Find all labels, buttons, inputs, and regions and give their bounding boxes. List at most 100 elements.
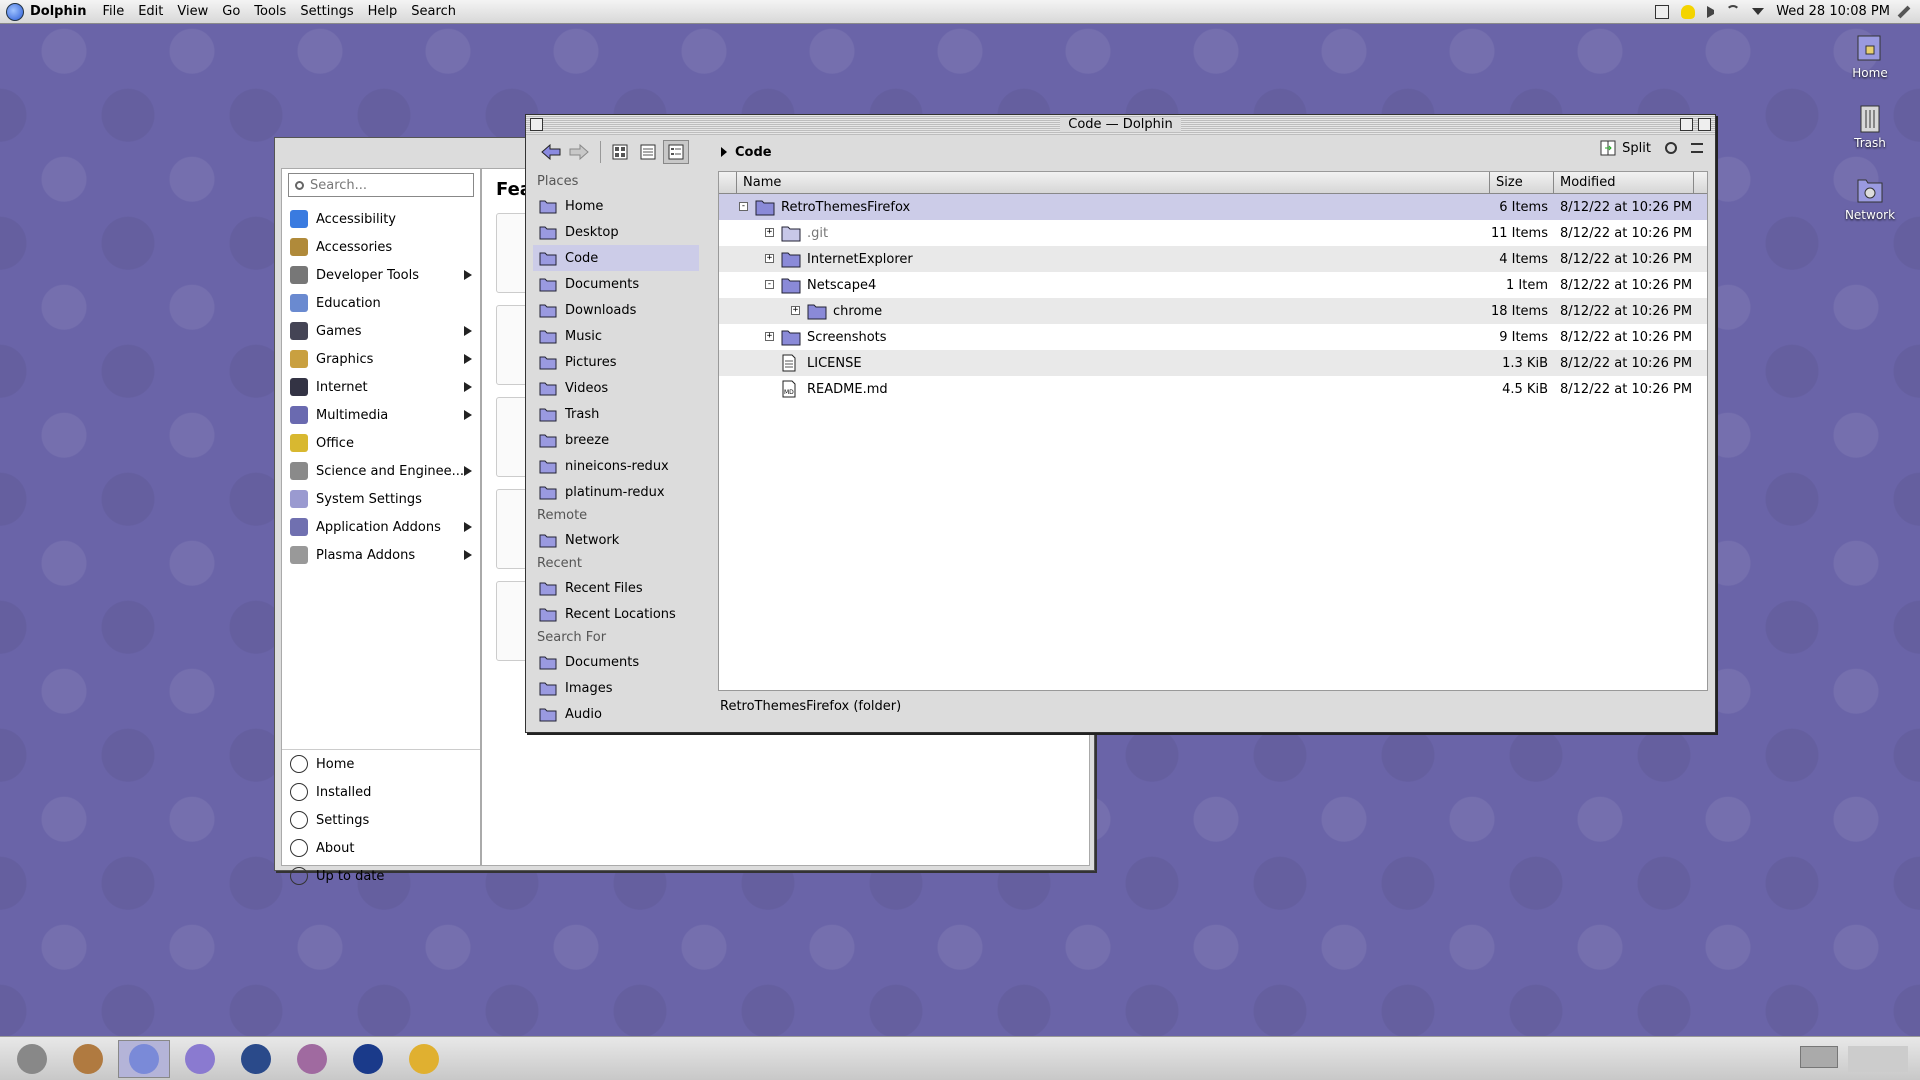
table-row[interactable]: + .git 11 Items 8/12/22 at 10:26 PM — [719, 220, 1707, 246]
taskbar-item[interactable] — [118, 1040, 170, 1078]
size-cell: 1 Item — [1506, 277, 1548, 293]
column-modified[interactable]: Modified — [1554, 172, 1694, 193]
category-item[interactable]: Accessories — [282, 233, 480, 261]
taskbar-item[interactable] — [62, 1040, 114, 1078]
forward-button[interactable] — [566, 140, 592, 164]
column-name[interactable]: Name — [737, 172, 1490, 193]
compact-view-button[interactable] — [635, 140, 661, 164]
bulb-icon[interactable] — [1681, 4, 1696, 19]
desktop-icon-home[interactable]: Home — [1830, 30, 1910, 80]
category-item[interactable]: Internet — [282, 373, 480, 401]
taskbar-item[interactable] — [230, 1040, 282, 1078]
places-item[interactable]: Home — [533, 193, 699, 219]
menu-edit[interactable]: Edit — [138, 4, 163, 19]
places-item[interactable]: Pictures — [533, 349, 699, 375]
collapse-button[interactable] — [1698, 118, 1711, 131]
wrench-icon[interactable] — [1897, 5, 1911, 18]
menu-tools[interactable]: Tools — [254, 4, 286, 19]
app-name[interactable]: Dolphin — [30, 4, 86, 19]
category-item[interactable]: Developer Tools — [282, 261, 480, 289]
tray-expand-icon[interactable] — [1752, 8, 1765, 15]
places-item[interactable]: breeze — [533, 427, 699, 453]
back-button[interactable] — [538, 140, 564, 164]
table-row[interactable]: - RetroThemesFirefox 6 Items 8/12/22 at 10:… — [719, 194, 1707, 220]
expand-icon[interactable]: + — [765, 228, 774, 237]
discover-nav-item[interactable]: Settings — [282, 806, 480, 834]
taskbar-item[interactable] — [342, 1040, 394, 1078]
category-item[interactable]: Application Addons — [282, 513, 480, 541]
category-item[interactable]: Multimedia — [282, 401, 480, 429]
taskbar-item[interactable] — [6, 1040, 58, 1078]
table-row[interactable]: MD README.md 4.5 KiB 8/12/22 at 10:26 PM — [719, 376, 1707, 402]
places-item[interactable]: Images — [533, 675, 699, 701]
pager-desktop-2[interactable] — [1848, 1046, 1908, 1072]
places-item[interactable]: Music — [533, 323, 699, 349]
taskbar-item[interactable] — [286, 1040, 338, 1078]
pager-desktop-1[interactable] — [1800, 1046, 1838, 1068]
discover-nav-item[interactable]: Installed — [282, 778, 480, 806]
table-row[interactable]: - Netscape4 1 Item 8/12/22 at 10:26 PM — [719, 272, 1707, 298]
category-item[interactable]: Plasma Addons — [282, 541, 480, 569]
zoom-button[interactable] — [1680, 118, 1693, 131]
split-button[interactable]: Split — [1600, 140, 1651, 156]
desktop-icon-network[interactable]: Network — [1830, 172, 1910, 222]
category-item[interactable]: Science and Enginee... — [282, 457, 480, 485]
clock[interactable]: Wed 28 10:08 PM — [1776, 4, 1890, 19]
places-item[interactable]: Network — [533, 527, 699, 553]
wifi-icon[interactable] — [1726, 4, 1741, 19]
places-item[interactable]: Desktop — [533, 219, 699, 245]
category-item[interactable]: Education — [282, 289, 480, 317]
window-titlebar[interactable]: Code — Dolphin — [526, 115, 1715, 135]
folder-icon — [539, 327, 557, 345]
places-item[interactable]: Documents — [533, 271, 699, 297]
menu-settings[interactable]: Settings — [300, 4, 353, 19]
column-size[interactable]: Size — [1490, 172, 1554, 193]
app-launcher-icon[interactable] — [6, 2, 24, 21]
breadcrumb-current[interactable]: Code — [735, 145, 772, 160]
places-item[interactable]: Recent Locations — [533, 601, 699, 627]
expand-icon[interactable]: + — [765, 254, 774, 263]
table-row[interactable]: LICENSE 1.3 KiB 8/12/22 at 10:26 PM — [719, 350, 1707, 376]
places-item[interactable]: Audio — [533, 701, 699, 723]
icons-view-button[interactable] — [607, 140, 633, 164]
desktop-icon-trash[interactable]: Trash — [1830, 100, 1910, 150]
clipboard-icon[interactable] — [1655, 4, 1670, 19]
table-row[interactable]: + chrome 18 Items 8/12/22 at 10:26 PM — [719, 298, 1707, 324]
search-icon[interactable] — [1665, 142, 1677, 154]
collapse-icon[interactable]: - — [765, 280, 774, 289]
table-row[interactable]: + Screenshots 9 Items 8/12/22 at 10:26 PM — [719, 324, 1707, 350]
places-item[interactable]: Videos — [533, 375, 699, 401]
places-item[interactable]: nineicons-redux — [533, 453, 699, 479]
menu-file[interactable]: File — [102, 4, 124, 19]
category-item[interactable]: Office — [282, 429, 480, 457]
collapse-icon[interactable]: - — [739, 202, 748, 211]
places-item[interactable]: Recent Files — [533, 575, 699, 601]
details-view-button[interactable] — [663, 140, 689, 164]
discover-nav-item[interactable]: About — [282, 834, 480, 862]
discover-nav-item[interactable]: Home — [282, 750, 480, 778]
places-item[interactable]: Documents — [533, 649, 699, 675]
menu-view[interactable]: View — [177, 4, 208, 19]
places-item[interactable]: Code — [533, 245, 699, 271]
taskbar-item[interactable] — [174, 1040, 226, 1078]
menu-go[interactable]: Go — [222, 4, 240, 19]
category-item[interactable]: Graphics — [282, 345, 480, 373]
menu-icon[interactable] — [1691, 143, 1703, 153]
breadcrumb[interactable]: Code — [721, 145, 772, 160]
table-row[interactable]: + InternetExplorer 4 Items 8/12/22 at 10:26… — [719, 246, 1707, 272]
places-item[interactable]: Trash — [533, 401, 699, 427]
taskbar-item[interactable] — [398, 1040, 450, 1078]
expand-icon[interactable]: + — [765, 332, 774, 341]
category-item[interactable]: Games — [282, 317, 480, 345]
places-item[interactable]: Downloads — [533, 297, 699, 323]
category-item[interactable]: Accessibility — [282, 205, 480, 233]
menu-help[interactable]: Help — [368, 4, 398, 19]
expand-icon[interactable]: + — [791, 306, 800, 315]
discover-search-input[interactable]: Search... — [288, 173, 474, 197]
places-item[interactable]: platinum-redux — [533, 479, 699, 505]
close-button[interactable] — [530, 118, 543, 131]
menu-search[interactable]: Search — [411, 4, 456, 19]
discover-nav-item[interactable]: Up to date — [282, 862, 480, 890]
category-item[interactable]: System Settings — [282, 485, 480, 513]
volume-icon[interactable] — [1707, 5, 1715, 18]
